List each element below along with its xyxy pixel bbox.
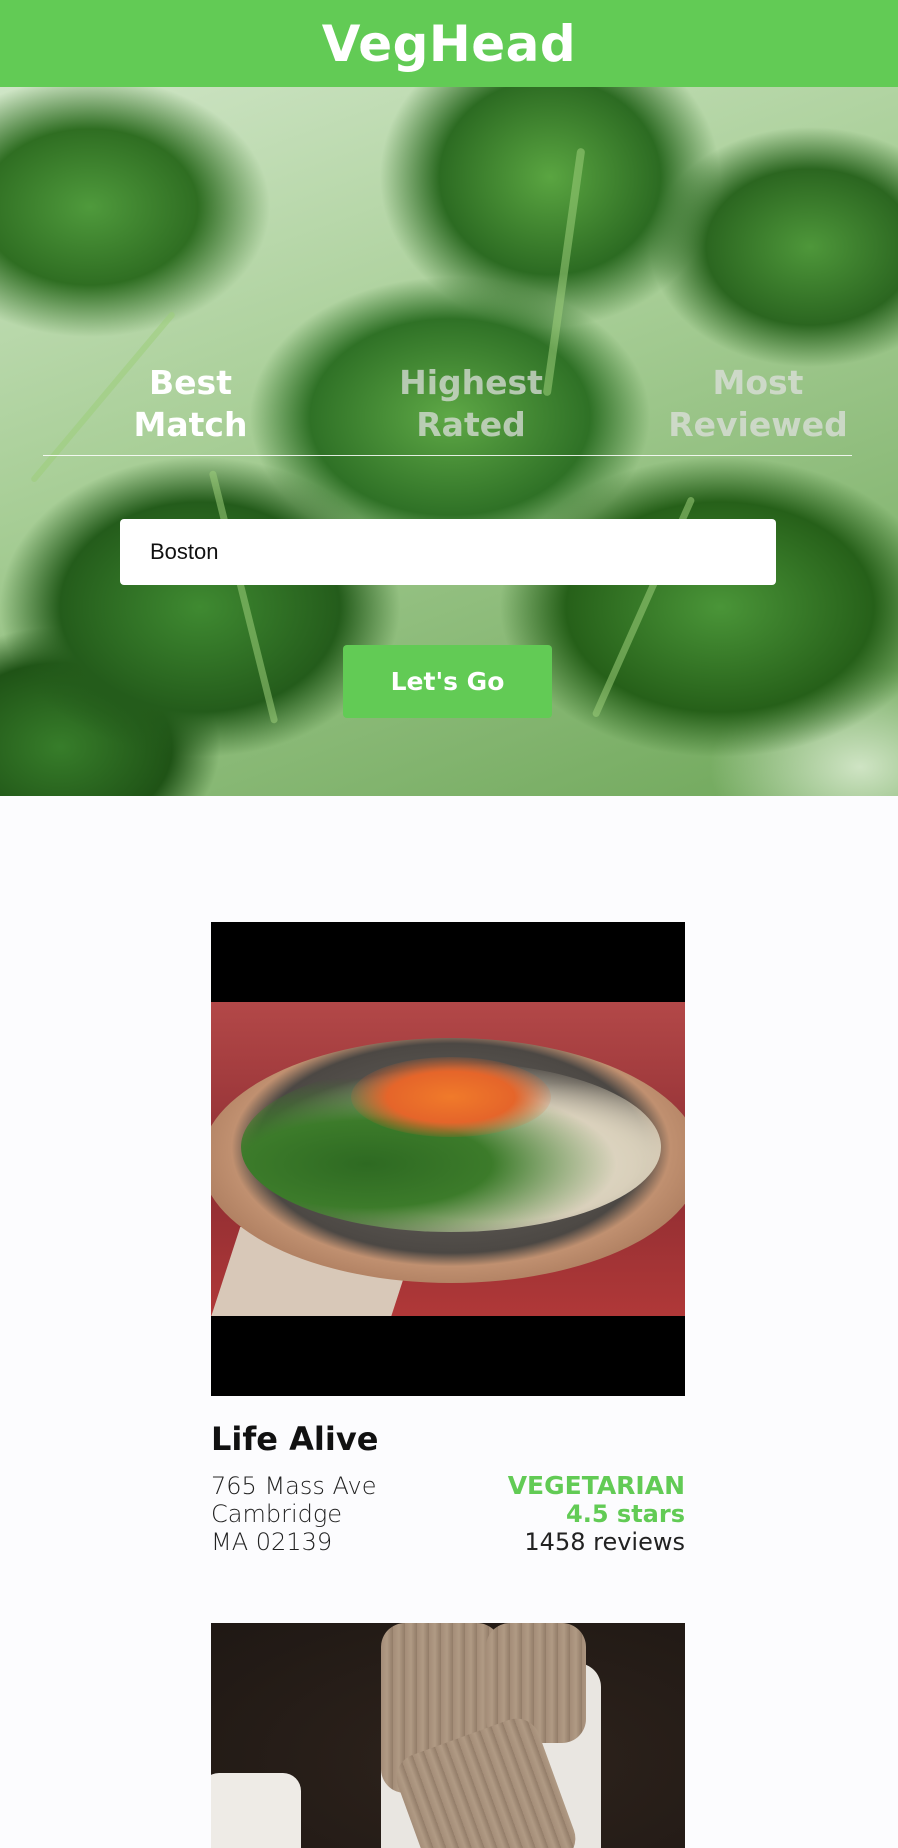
- tab-highest-rated[interactable]: Highest Rated: [366, 362, 576, 446]
- carrot-decoration: [351, 1057, 551, 1137]
- lets-go-button[interactable]: Let's Go: [343, 645, 552, 718]
- app-header: VegHead: [0, 0, 898, 87]
- result-meta: VEGETARIAN 4.5 stars 1458 reviews: [425, 1471, 685, 1557]
- reviews-count: 1458 reviews: [524, 1528, 685, 1556]
- result-image[interactable]: [211, 1623, 685, 1848]
- tab-best-match[interactable]: Best Match: [118, 362, 263, 446]
- hero-banner: Best Match Highest Rated Most Reviewed L…: [0, 87, 898, 796]
- tab-most-reviewed[interactable]: Most Reviewed: [643, 362, 873, 446]
- app-title: VegHead: [321, 14, 577, 73]
- rating-label: 4.5 stars: [566, 1500, 685, 1528]
- side-dish-decoration: [211, 1773, 301, 1848]
- injera-photo: [211, 1623, 685, 1848]
- sort-tabs: Best Match Highest Rated Most Reviewed: [43, 272, 852, 456]
- leaf-decoration: [208, 470, 279, 724]
- location-search-input[interactable]: [120, 519, 776, 585]
- category-label: VEGETARIAN: [507, 1471, 685, 1500]
- result-name[interactable]: Life Alive: [211, 1420, 378, 1458]
- salad-photo: [211, 1002, 685, 1316]
- result-image[interactable]: [211, 922, 685, 1396]
